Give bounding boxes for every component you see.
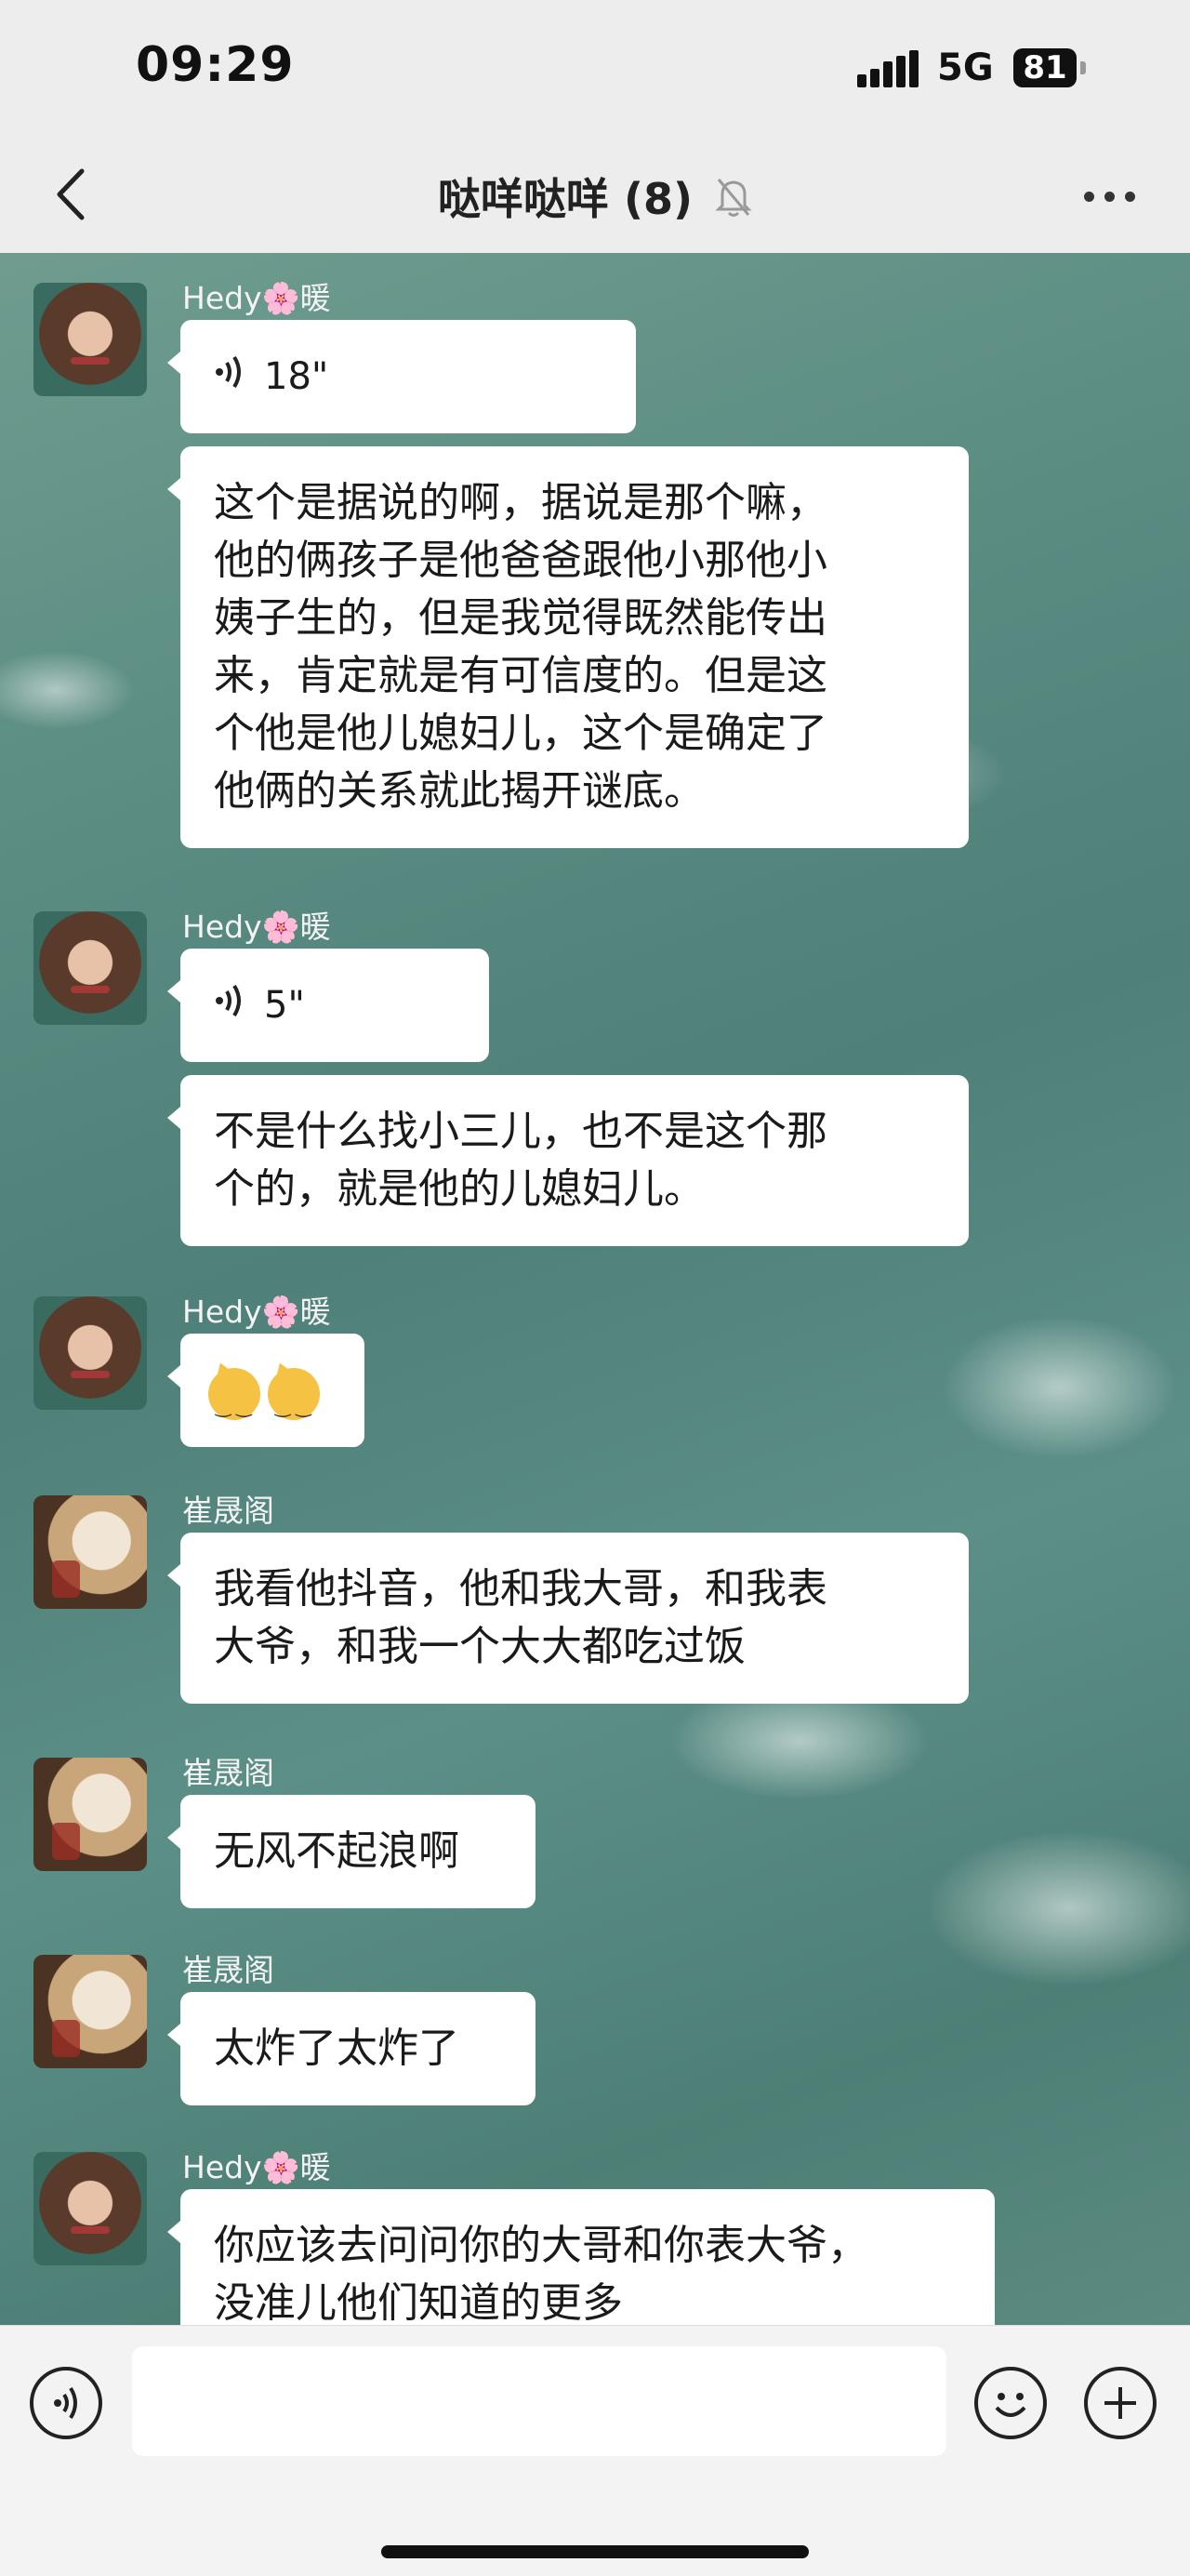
- emoji-message[interactable]: [167, 1334, 364, 1447]
- text-message[interactable]: 不是什么找小三儿，也不是这个那 个的，就是他的儿媳妇儿。: [167, 1075, 969, 1246]
- voice-message[interactable]: 18": [167, 320, 636, 435]
- cat-emoji-icon: [268, 1368, 320, 1435]
- message-input[interactable]: [132, 2346, 946, 2456]
- text-message[interactable]: 这个是据说的啊，据说是那个嘛， 他的俩孩子是他爸爸跟他小那他小 姨子生的，但是我…: [167, 446, 969, 848]
- chat-title-wrap: 哒咩哒咩 (8): [0, 166, 1190, 229]
- sender-name: Hedy🌸暖: [182, 1294, 331, 1330]
- status-bar: 09:29 5G 81: [0, 0, 1190, 139]
- plus-icon[interactable]: [1084, 2367, 1157, 2439]
- avatar[interactable]: [33, 1495, 147, 1609]
- voice-input-icon[interactable]: [30, 2367, 102, 2439]
- voice-duration: 5": [264, 984, 305, 1027]
- avatar[interactable]: [33, 283, 147, 396]
- battery-tip: [1080, 61, 1086, 74]
- avatar[interactable]: [33, 911, 147, 1025]
- status-time: 09:29: [136, 37, 295, 93]
- text-message[interactable]: 你应该去问问你的大哥和你表大爷， 没准儿他们知道的更多: [167, 2189, 995, 2325]
- home-indicator: [381, 2545, 809, 2558]
- text-message[interactable]: 我看他抖音，他和我大哥，和我表 大爷，和我一个大大都吃过饭: [167, 1533, 969, 1704]
- avatar[interactable]: [33, 1955, 147, 2068]
- signal-icon: [857, 50, 920, 87]
- text-message[interactable]: 无风不起浪啊: [167, 1795, 536, 1908]
- input-bar: [0, 2325, 1190, 2576]
- voice-icon: [214, 322, 245, 435]
- sender-name: Hedy🌸暖: [182, 909, 331, 945]
- text-message[interactable]: 太炸了太炸了: [167, 1992, 536, 2105]
- battery-icon: 81: [1013, 48, 1077, 87]
- chat-title: 哒咩哒咩 (8): [437, 174, 694, 224]
- sender-name: 崔晟阁: [182, 1952, 274, 1988]
- voice-icon: [214, 950, 245, 1064]
- chat-area[interactable]: Hedy🌸暖 18" 这个是据说的啊，据说是那个嘛， 他的俩孩子是他爸爸跟他小那…: [0, 253, 1190, 2325]
- network-type: 5G: [937, 46, 994, 89]
- sender-name: Hedy🌸暖: [182, 2149, 331, 2185]
- sender-name: 崔晟阁: [182, 1493, 274, 1529]
- sender-name: Hedy🌸暖: [182, 280, 331, 316]
- avatar[interactable]: [33, 2152, 147, 2265]
- more-dots-icon[interactable]: [1078, 177, 1144, 214]
- bell-off-icon: [715, 176, 752, 229]
- emoji-icon[interactable]: [974, 2367, 1047, 2439]
- avatar[interactable]: [33, 1758, 147, 1871]
- voice-duration: 18": [264, 355, 329, 398]
- voice-message[interactable]: 5": [167, 949, 489, 1064]
- avatar[interactable]: [33, 1296, 147, 1410]
- nav-bar: 哒咩哒咩 (8): [0, 139, 1190, 253]
- cat-emoji-icon: [208, 1368, 260, 1435]
- sender-name: 崔晟阁: [182, 1755, 274, 1791]
